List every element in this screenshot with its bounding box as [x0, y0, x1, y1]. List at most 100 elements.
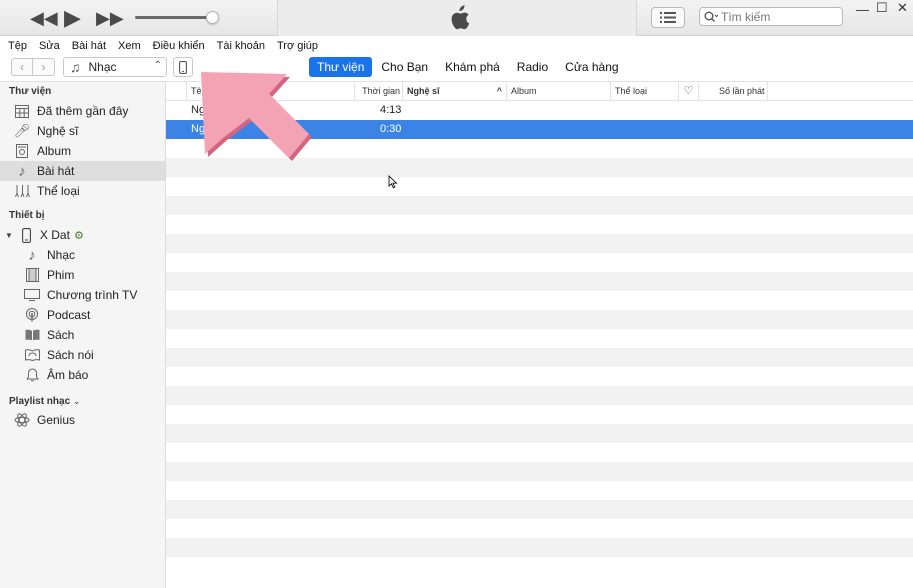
- rewind-button[interactable]: ◀◀: [30, 6, 58, 30]
- menu-view[interactable]: Xem: [112, 40, 147, 52]
- sidebar-item-label: Album: [37, 144, 72, 158]
- sidebar-device-music[interactable]: ♪ Nhạc: [0, 245, 165, 265]
- sidebar-item-recently-added[interactable]: Đã thêm gần đây: [0, 101, 165, 121]
- media-type-select[interactable]: ♫ Nhạc ⌃: [63, 57, 167, 77]
- menu-help[interactable]: Trợ giúp: [271, 40, 324, 52]
- empty-row: [166, 386, 913, 405]
- music-note-icon: ♪: [28, 246, 36, 264]
- mouse-cursor-icon: [388, 175, 398, 189]
- column-header-love[interactable]: ♡: [678, 82, 698, 101]
- menu-bar: Tệp Sửa Bài hát Xem Điều khiển Tài khoản…: [0, 36, 913, 56]
- sidebar-item-label: Thể loại: [37, 184, 80, 198]
- column-header-genre[interactable]: Thể loại: [610, 82, 678, 101]
- sidebar-device-xdat[interactable]: ▼ X Dat ⚙: [0, 225, 165, 245]
- empty-row: [166, 310, 913, 329]
- iphone-icon: [18, 227, 36, 243]
- volume-knob[interactable]: [206, 11, 219, 24]
- chevron-right-icon: ›: [41, 60, 46, 74]
- apple-logo-icon: [451, 5, 470, 30]
- album-icon: [13, 143, 31, 159]
- library-section-header: Thư viện: [9, 86, 52, 97]
- sidebar-device-tv-shows[interactable]: Chương trình TV: [0, 285, 165, 305]
- menu-song[interactable]: Bài hát: [66, 40, 112, 52]
- menu-edit[interactable]: Sửa: [33, 40, 66, 52]
- annotation-arrow-icon: [201, 72, 311, 161]
- search-input[interactable]: [721, 9, 831, 24]
- empty-row: [166, 348, 913, 367]
- search-icon: [704, 11, 718, 22]
- search-field[interactable]: [699, 7, 843, 26]
- close-icon: ✕: [897, 0, 908, 15]
- tv-icon: [23, 287, 41, 303]
- title-bar: ◀◀ ▶ ▶▶ — ☐ ✕: [0, 0, 913, 36]
- music-note-icon: ♪: [18, 162, 26, 180]
- column-header-plays[interactable]: Số lần phát: [698, 82, 768, 101]
- podcast-icon: [23, 307, 41, 323]
- sidebar-device-audiobooks[interactable]: Sách nói: [0, 345, 165, 365]
- tab-store[interactable]: Cửa hàng: [557, 57, 626, 77]
- tab-browse[interactable]: Khám phá: [437, 57, 508, 77]
- empty-row: [166, 234, 913, 253]
- tab-radio[interactable]: Radio: [509, 57, 556, 77]
- song-time-cell: 0:30: [380, 123, 402, 135]
- empty-row: [166, 462, 913, 481]
- empty-row: [166, 519, 913, 538]
- sidebar-item-albums[interactable]: Album: [0, 141, 165, 161]
- heart-icon: ♡: [683, 85, 694, 97]
- sidebar-item-label: Phim: [47, 268, 75, 282]
- tab-for-you[interactable]: Cho Bạn: [373, 57, 436, 77]
- empty-row: [166, 291, 913, 310]
- sidebar-item-label: Sách: [47, 328, 75, 342]
- sidebar-device-movies[interactable]: Phim: [0, 265, 165, 285]
- sidebar-item-songs[interactable]: ♪ Bài hát: [0, 161, 165, 181]
- close-button[interactable]: ✕: [897, 0, 908, 15]
- maximize-button[interactable]: ☐: [876, 0, 888, 15]
- playlists-section-header[interactable]: Playlist nhạc ⌄: [0, 392, 165, 410]
- sidebar-item-genres[interactable]: Thể loại: [0, 181, 165, 201]
- genres-icon: [13, 183, 31, 199]
- sidebar-item-artists[interactable]: 🎤︎ Nghệ sĩ: [0, 121, 165, 141]
- sidebar-item-genius[interactable]: Genius: [0, 410, 165, 430]
- minimize-button[interactable]: —: [856, 2, 869, 17]
- empty-row: [166, 538, 913, 557]
- sidebar-item-label: Âm báo: [47, 368, 89, 382]
- empty-row: [166, 215, 913, 234]
- menu-controls[interactable]: Điều khiển: [147, 40, 211, 52]
- play-icon: ▶: [64, 5, 81, 30]
- menu-account[interactable]: Tài khoản: [211, 40, 271, 52]
- library-tabs: Thư viện Cho Bạn Khám phá Radio Cửa hàng: [309, 56, 628, 78]
- menu-file[interactable]: Tệp: [2, 40, 33, 52]
- table-body: Ng 4:13 Ngo 0:30: [166, 101, 913, 588]
- back-button[interactable]: ‹: [11, 58, 33, 76]
- song-time-cell: 4:13: [380, 104, 402, 116]
- sidebar-device-podcasts[interactable]: Podcast: [0, 305, 165, 325]
- sidebar-device-tones[interactable]: Âm báo: [0, 365, 165, 385]
- play-button[interactable]: ▶: [64, 6, 81, 30]
- empty-row: [166, 500, 913, 519]
- fast-forward-button[interactable]: ▶▶: [96, 6, 124, 30]
- volume-slider[interactable]: [135, 16, 215, 19]
- column-header-time[interactable]: Thời gian: [354, 82, 404, 101]
- book-icon: [23, 327, 41, 343]
- list-icon: [660, 12, 676, 23]
- device-button[interactable]: [173, 57, 193, 77]
- empty-row: [166, 367, 913, 386]
- forward-button[interactable]: ›: [33, 58, 55, 76]
- column-header-album[interactable]: Album: [506, 82, 612, 101]
- sidebar-item-label: Chương trình TV: [47, 288, 138, 302]
- microphone-icon: 🎤︎: [13, 123, 31, 138]
- tab-library[interactable]: Thư viện: [309, 57, 373, 77]
- bell-icon: [23, 367, 41, 383]
- audiobook-icon: [23, 347, 41, 363]
- up-next-button[interactable]: [651, 7, 685, 28]
- up-down-chevron-icon: ⌃: [153, 60, 162, 71]
- disclosure-triangle-icon[interactable]: ▼: [5, 231, 13, 240]
- sidebar-device-books[interactable]: Sách: [0, 325, 165, 345]
- film-icon: [23, 267, 41, 283]
- chevron-down-icon: ⌄: [72, 396, 81, 406]
- empty-row: [166, 557, 913, 576]
- empty-row: [166, 177, 913, 196]
- column-header-artist[interactable]: Nghệ sĩ ^: [402, 82, 508, 101]
- sidebar-item-label: Nhạc: [47, 248, 76, 262]
- sidebar-item-label: Genius: [37, 413, 76, 427]
